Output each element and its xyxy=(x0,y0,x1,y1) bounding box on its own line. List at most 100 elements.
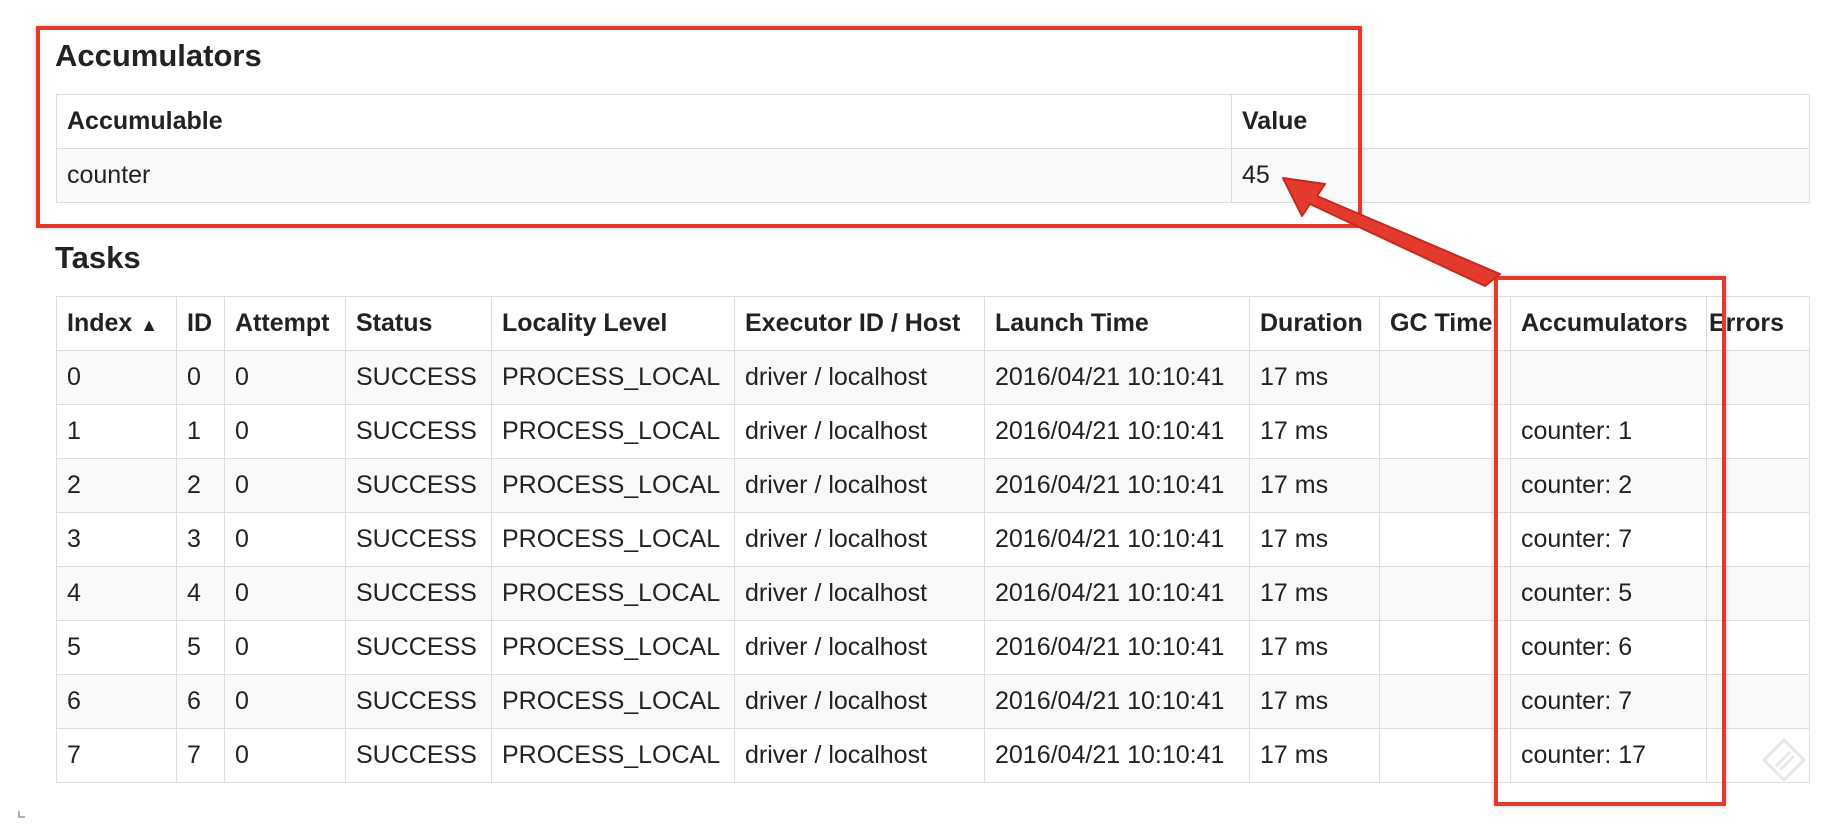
table-row: 2 2 0 SUCCESS PROCESS_LOCAL driver / localhos… xyxy=(56,458,1810,513)
task-locality-cell: PROCESS_LOCAL xyxy=(491,458,735,513)
task-locality-cell: PROCESS_LOCAL xyxy=(491,404,735,459)
task-index-cell: 1 xyxy=(56,404,177,459)
table-row: 7 7 0 SUCCESS PROCESS_LOCAL driver / localhos… xyxy=(56,728,1810,783)
errors-header[interactable]: Errors xyxy=(1706,296,1810,351)
task-accumulators-cell: counter: 1 xyxy=(1510,404,1707,459)
status-header[interactable]: Status xyxy=(345,296,492,351)
task-attempt-cell: 0 xyxy=(224,728,346,783)
task-duration-cell: 17 ms xyxy=(1249,674,1380,729)
task-launch-time-cell: 2016/04/21 10:10:41 xyxy=(984,404,1250,459)
index-header[interactable]: Index ▲ xyxy=(56,296,177,351)
table-row: 3 3 0 SUCCESS PROCESS_LOCAL driver / localhos… xyxy=(56,512,1810,567)
task-gc-time-cell xyxy=(1379,566,1511,621)
task-attempt-cell: 0 xyxy=(224,458,346,513)
task-executor-cell: driver / localhost xyxy=(734,566,985,621)
accumulable-header[interactable]: Accumulable xyxy=(56,94,1232,149)
task-errors-cell xyxy=(1706,458,1810,513)
task-accumulators-cell: counter: 7 xyxy=(1510,674,1707,729)
task-id-cell: 5 xyxy=(176,620,225,675)
task-status-cell: SUCCESS xyxy=(345,512,492,567)
task-status-cell: SUCCESS xyxy=(345,728,492,783)
task-errors-cell xyxy=(1706,350,1810,405)
task-attempt-cell: 0 xyxy=(224,620,346,675)
task-launch-time-cell: 2016/04/21 10:10:41 xyxy=(984,350,1250,405)
task-gc-time-cell xyxy=(1379,620,1511,675)
task-executor-cell: driver / localhost xyxy=(734,404,985,459)
task-id-cell: 6 xyxy=(176,674,225,729)
accumulable-value-cell: 45 xyxy=(1231,148,1810,203)
task-gc-time-cell xyxy=(1379,350,1511,405)
task-executor-cell: driver / localhost xyxy=(734,728,985,783)
executor-host-header[interactable]: Executor ID / Host xyxy=(734,296,985,351)
task-status-cell: SUCCESS xyxy=(345,674,492,729)
task-gc-time-cell xyxy=(1379,512,1511,567)
launch-time-header[interactable]: Launch Time xyxy=(984,296,1250,351)
task-launch-time-cell: 2016/04/21 10:10:41 xyxy=(984,674,1250,729)
task-duration-cell: 17 ms xyxy=(1249,728,1380,783)
task-index-cell: 6 xyxy=(56,674,177,729)
task-executor-cell: driver / localhost xyxy=(734,674,985,729)
task-accumulators-cell: counter: 17 xyxy=(1510,728,1707,783)
task-index-cell: 7 xyxy=(56,728,177,783)
accumulators-header[interactable]: Accumulators xyxy=(1510,296,1707,351)
task-gc-time-cell xyxy=(1379,674,1511,729)
task-index-cell: 2 xyxy=(56,458,177,513)
task-status-cell: SUCCESS xyxy=(345,566,492,621)
task-executor-cell: driver / localhost xyxy=(734,458,985,513)
task-index-cell: 4 xyxy=(56,566,177,621)
accumulable-name-cell: counter xyxy=(56,148,1232,203)
task-locality-cell: PROCESS_LOCAL xyxy=(491,674,735,729)
task-attempt-cell: 0 xyxy=(224,566,346,621)
task-attempt-cell: 0 xyxy=(224,404,346,459)
task-id-cell: 2 xyxy=(176,458,225,513)
corner-mark-icon xyxy=(18,811,25,818)
table-row: 6 6 0 SUCCESS PROCESS_LOCAL driver / localhos… xyxy=(56,674,1810,729)
task-id-cell: 1 xyxy=(176,404,225,459)
pencil-watermark-icon xyxy=(1761,737,1807,783)
task-status-cell: SUCCESS xyxy=(345,458,492,513)
task-locality-cell: PROCESS_LOCAL xyxy=(491,350,735,405)
table-row: 1 1 0 SUCCESS PROCESS_LOCAL driver / localhos… xyxy=(56,404,1810,459)
task-locality-cell: PROCESS_LOCAL xyxy=(491,512,735,567)
task-attempt-cell: 0 xyxy=(224,674,346,729)
task-duration-cell: 17 ms xyxy=(1249,566,1380,621)
tasks-table: Index ▲ ID Attempt Status Locality Level … xyxy=(56,296,1810,783)
task-duration-cell: 17 ms xyxy=(1249,512,1380,567)
task-errors-cell xyxy=(1706,620,1810,675)
task-status-cell: SUCCESS xyxy=(345,404,492,459)
accumulators-title: Accumulators xyxy=(55,38,262,73)
table-row: counter 45 xyxy=(56,148,1810,203)
id-header[interactable]: ID xyxy=(176,296,225,351)
task-errors-cell xyxy=(1706,404,1810,459)
index-header-label: Index xyxy=(67,309,133,337)
task-attempt-cell: 0 xyxy=(224,350,346,405)
task-id-cell: 4 xyxy=(176,566,225,621)
task-executor-cell: driver / localhost xyxy=(734,350,985,405)
task-locality-cell: PROCESS_LOCAL xyxy=(491,620,735,675)
task-errors-cell xyxy=(1706,566,1810,621)
task-duration-cell: 17 ms xyxy=(1249,404,1380,459)
task-duration-cell: 17 ms xyxy=(1249,350,1380,405)
table-row: 5 5 0 SUCCESS PROCESS_LOCAL driver / localhos… xyxy=(56,620,1810,675)
task-errors-cell xyxy=(1706,512,1810,567)
task-id-cell: 0 xyxy=(176,350,225,405)
task-status-cell: SUCCESS xyxy=(345,620,492,675)
locality-level-header[interactable]: Locality Level xyxy=(491,296,735,351)
task-executor-cell: driver / localhost xyxy=(734,620,985,675)
task-gc-time-cell xyxy=(1379,404,1511,459)
task-launch-time-cell: 2016/04/21 10:10:41 xyxy=(984,566,1250,621)
task-launch-time-cell: 2016/04/21 10:10:41 xyxy=(984,458,1250,513)
task-accumulators-cell: counter: 5 xyxy=(1510,566,1707,621)
task-accumulators-cell: counter: 2 xyxy=(1510,458,1707,513)
task-locality-cell: PROCESS_LOCAL xyxy=(491,728,735,783)
gc-time-header[interactable]: GC Time xyxy=(1379,296,1511,351)
task-launch-time-cell: 2016/04/21 10:10:41 xyxy=(984,620,1250,675)
task-launch-time-cell: 2016/04/21 10:10:41 xyxy=(984,728,1250,783)
task-errors-cell xyxy=(1706,674,1810,729)
accumulators-table: Accumulable Value counter 45 xyxy=(56,94,1810,203)
duration-header[interactable]: Duration xyxy=(1249,296,1380,351)
table-row: 0 0 0 SUCCESS PROCESS_LOCAL driver / localhos… xyxy=(56,350,1810,405)
value-header[interactable]: Value xyxy=(1231,94,1810,149)
task-accumulators-cell: counter: 7 xyxy=(1510,512,1707,567)
attempt-header[interactable]: Attempt xyxy=(224,296,346,351)
